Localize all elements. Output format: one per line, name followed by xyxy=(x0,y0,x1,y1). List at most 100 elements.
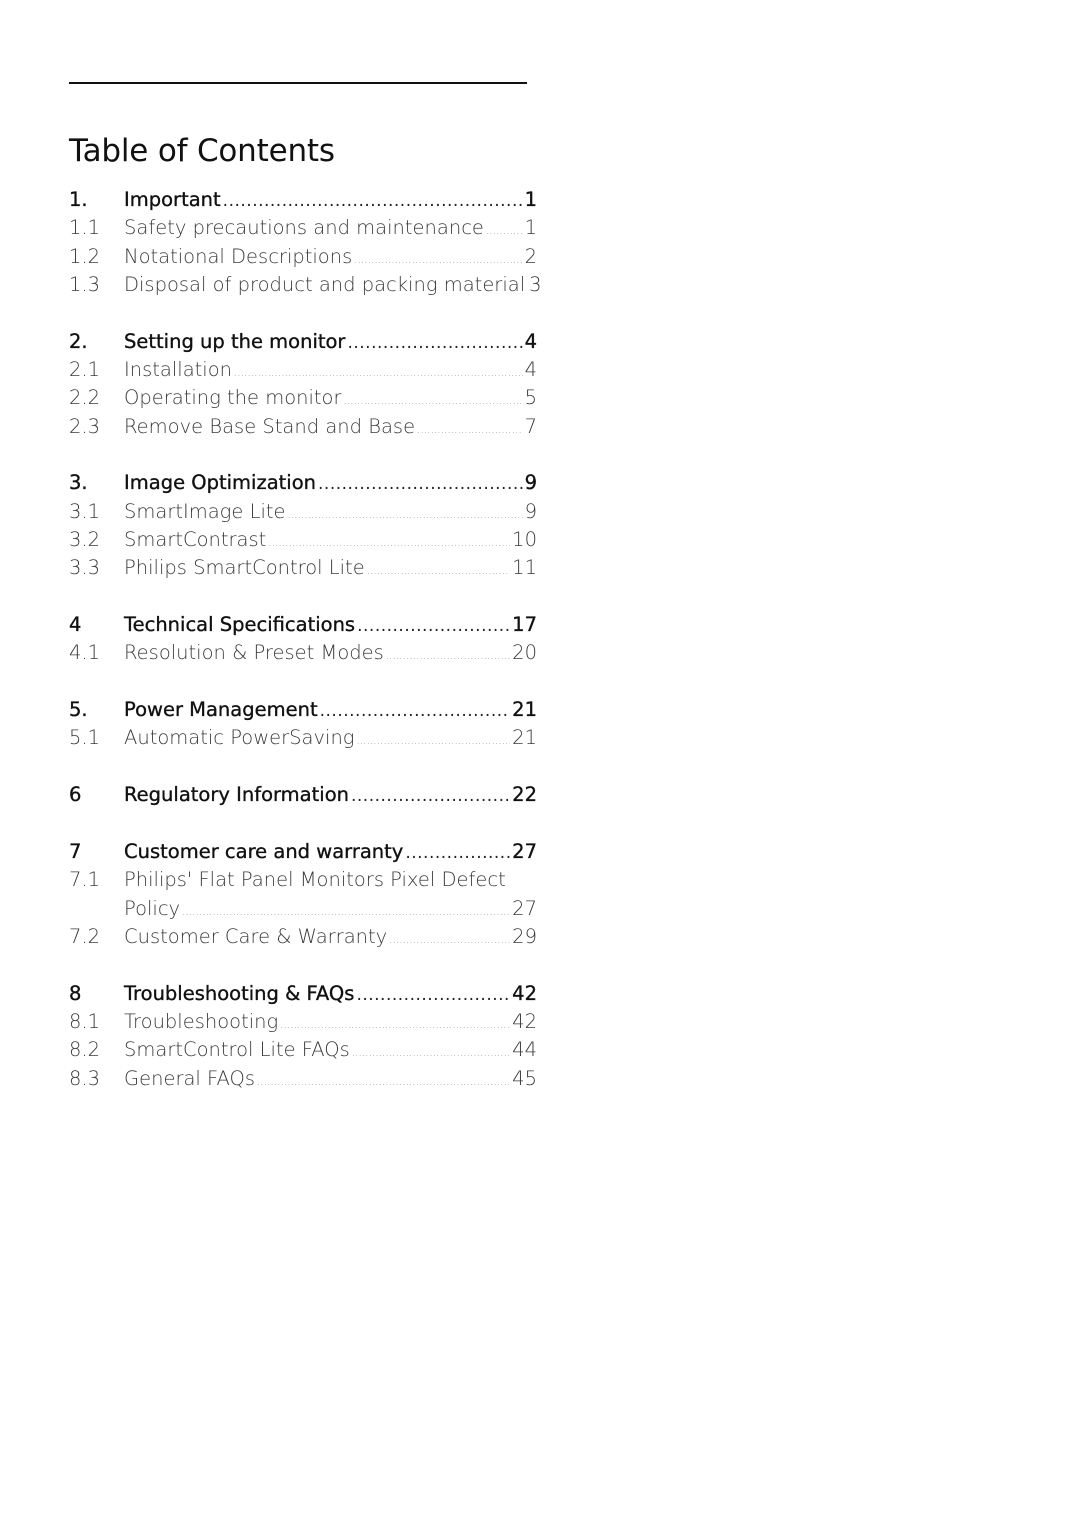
dot-leader xyxy=(386,643,510,671)
toc-entry-5-1[interactable]: 5.1 Automatic PowerSaving 21 xyxy=(69,724,537,752)
entry-title-continued[interactable]: Policy xyxy=(124,895,180,923)
entry-title[interactable]: SmartContrast xyxy=(124,526,266,554)
dot-leader xyxy=(182,899,510,927)
entry-number: 2. xyxy=(69,329,88,353)
toc-entry-1-1[interactable]: 1.1 Safety precautions and maintenance 1 xyxy=(69,214,537,242)
toc-entry-7-2[interactable]: 7.2 Customer Care & Warranty 29 xyxy=(69,923,537,951)
entry-title[interactable]: Customer care and warranty xyxy=(124,838,404,866)
entry-page: 44 xyxy=(512,1038,537,1062)
page-title: Table of Contents xyxy=(69,132,335,169)
toc-entry-2-1[interactable]: 2.1 Installation 4 xyxy=(69,356,537,384)
entry-title[interactable]: SmartImage Lite xyxy=(124,498,286,526)
entry-number: 5.1 xyxy=(69,726,101,750)
entry-title[interactable]: Technical Specifications xyxy=(124,611,355,639)
dot-leader xyxy=(344,388,523,416)
entry-title[interactable]: Safety precautions and maintenance xyxy=(124,214,484,242)
entry-title[interactable]: Power Management xyxy=(124,696,318,724)
entry-title[interactable]: Setting up the monitor xyxy=(124,328,346,356)
dot-leader xyxy=(405,839,510,867)
entry-title[interactable]: Regulatory Information xyxy=(124,781,349,809)
entry-title[interactable]: Troubleshooting & FAQs xyxy=(124,980,355,1008)
entry-number: 8.3 xyxy=(69,1066,101,1090)
toc-section-1: 1. Important 1 1.1 Safety precautions an… xyxy=(69,186,542,299)
entry-title[interactable]: Important xyxy=(124,186,221,214)
entry-page: 3 xyxy=(529,272,542,296)
dot-leader xyxy=(351,782,510,810)
entry-title[interactable]: Troubleshooting xyxy=(124,1008,278,1036)
dot-leader xyxy=(320,697,511,725)
table-of-contents: 1. Important 1 1.1 Safety precautions an… xyxy=(69,186,542,1121)
entry-title[interactable]: Image Optimization xyxy=(124,469,316,497)
toc-entry-8[interactable]: 8 Troubleshooting & FAQs 42 xyxy=(69,980,537,1008)
toc-entry-2[interactable]: 2. Setting up the monitor 4 xyxy=(69,328,537,356)
dot-leader xyxy=(367,558,510,586)
toc-entry-3-3[interactable]: 3.3 Philips SmartControl Lite 11 xyxy=(69,554,537,582)
toc-entry-1-2[interactable]: 1.2 Notational Descriptions 2 xyxy=(69,243,537,271)
toc-entry-7-1-continued[interactable]: Policy 27 xyxy=(69,895,537,923)
toc-entry-7-1[interactable]: 7.1 Philips' Flat Panel Monitors Pixel D… xyxy=(69,866,537,894)
toc-entry-8-2[interactable]: 8.2 SmartControl Lite FAQs 44 xyxy=(69,1036,537,1064)
entry-number: 1.2 xyxy=(69,244,101,268)
entry-title[interactable]: Philips SmartControl Lite xyxy=(124,554,365,582)
entry-number: 2.1 xyxy=(69,357,101,381)
toc-section-6: 6 Regulatory Information 22 xyxy=(69,781,537,809)
toc-section-5: 5. Power Management 21 5.1 Automatic Pow… xyxy=(69,696,537,753)
entry-page: 4 xyxy=(524,329,537,353)
entry-number: 3.2 xyxy=(69,527,101,551)
entry-page: 2 xyxy=(524,244,537,268)
toc-entry-1[interactable]: 1. Important 1 xyxy=(69,186,537,214)
entry-page: 17 xyxy=(512,613,537,637)
entry-number: 3.1 xyxy=(69,499,101,523)
dot-leader xyxy=(417,417,523,445)
toc-section-3: 3. Image Optimization 9 3.1 SmartImage L… xyxy=(69,469,537,582)
dot-leader xyxy=(257,1069,510,1097)
dot-leader xyxy=(486,218,523,246)
entry-title[interactable]: Notational Descriptions xyxy=(124,243,352,271)
toc-entry-4[interactable]: 4 Technical Specifications 17 xyxy=(69,611,537,639)
entry-number: 5. xyxy=(69,698,88,722)
entry-page: 45 xyxy=(512,1066,537,1090)
entry-title[interactable]: Automatic PowerSaving xyxy=(124,724,355,752)
toc-entry-2-3[interactable]: 2.3 Remove Base Stand and Base 7 xyxy=(69,413,537,441)
entry-title[interactable]: General FAQs xyxy=(124,1065,255,1093)
entry-title[interactable]: Operating the monitor xyxy=(124,384,342,412)
entry-number: 7 xyxy=(69,840,82,864)
entry-page: 42 xyxy=(512,981,537,1005)
toc-section-4: 4 Technical Specifications 17 4.1 Resolu… xyxy=(69,611,537,668)
dot-leader xyxy=(280,1012,510,1040)
toc-entry-3-2[interactable]: 3.2 SmartContrast 10 xyxy=(69,526,537,554)
dot-leader xyxy=(234,360,523,388)
entry-number: 3.3 xyxy=(69,556,101,580)
entry-number: 1.1 xyxy=(69,216,101,240)
entry-number: 7.2 xyxy=(69,924,101,948)
entry-page: 7 xyxy=(524,414,537,438)
toc-entry-8-1[interactable]: 8.1 Troubleshooting 42 xyxy=(69,1008,537,1036)
toc-entry-8-3[interactable]: 8.3 General FAQs 45 xyxy=(69,1065,537,1093)
toc-entry-2-2[interactable]: 2.2 Operating the monitor 5 xyxy=(69,384,537,412)
dot-leader xyxy=(223,187,523,215)
entry-number: 6 xyxy=(69,783,82,807)
toc-section-8: 8 Troubleshooting & FAQs 42 8.1 Troubles… xyxy=(69,980,537,1093)
toc-entry-4-1[interactable]: 4.1 Resolution & Preset Modes 20 xyxy=(69,639,537,667)
entry-page: 21 xyxy=(512,698,537,722)
entry-title[interactable]: Installation xyxy=(124,356,232,384)
toc-entry-5[interactable]: 5. Power Management 21 xyxy=(69,696,537,724)
toc-entry-6[interactable]: 6 Regulatory Information 22 xyxy=(69,781,537,809)
toc-entry-3-1[interactable]: 3.1 SmartImage Lite 9 xyxy=(69,498,537,526)
toc-entry-3[interactable]: 3. Image Optimization 9 xyxy=(69,469,537,497)
entry-number: 8.1 xyxy=(69,1010,101,1034)
entry-page: 9 xyxy=(524,471,537,495)
toc-section-7: 7 Customer care and warranty 27 7.1 Phil… xyxy=(69,838,537,951)
entry-title[interactable]: Philips' Flat Panel Monitors Pixel Defec… xyxy=(124,866,506,894)
entry-title[interactable]: SmartControl Lite FAQs xyxy=(124,1036,350,1064)
entry-page: 22 xyxy=(512,783,537,807)
entry-title[interactable]: Disposal of product and packing material xyxy=(124,271,525,299)
entry-title[interactable]: Resolution & Preset Modes xyxy=(124,639,384,667)
toc-entry-7[interactable]: 7 Customer care and warranty 27 xyxy=(69,838,537,866)
entry-page: 1 xyxy=(524,188,537,211)
entry-title[interactable]: Remove Base Stand and Base xyxy=(124,413,415,441)
dot-leader xyxy=(356,981,510,1009)
entry-number: 1.3 xyxy=(69,272,101,296)
entry-title[interactable]: Customer Care & Warranty xyxy=(124,923,387,951)
toc-entry-1-3[interactable]: 1.3 Disposal of product and packing mate… xyxy=(69,271,542,299)
